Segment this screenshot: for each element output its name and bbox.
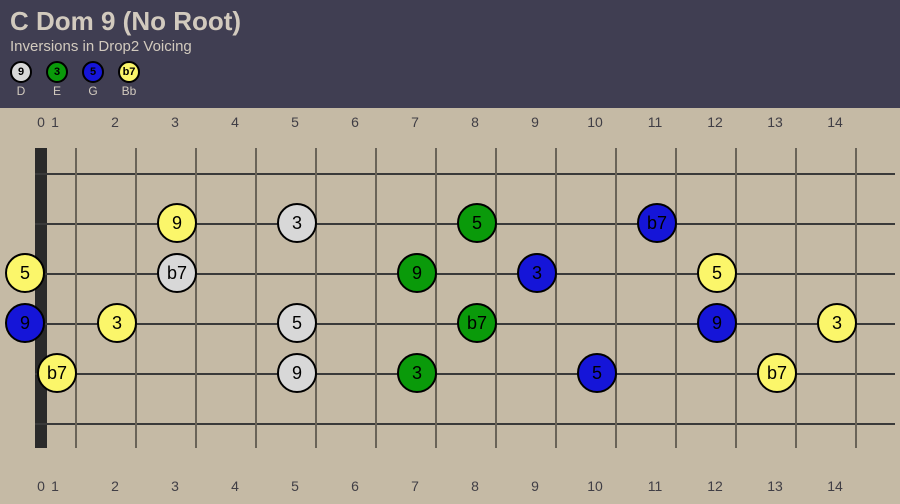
fret-line bbox=[675, 148, 677, 448]
header: C Dom 9 (No Root) Inversions in Drop2 Vo… bbox=[0, 0, 900, 108]
fret-line bbox=[435, 148, 437, 448]
string-line bbox=[35, 423, 895, 425]
fret-line bbox=[135, 148, 137, 448]
fret-number: 10 bbox=[587, 114, 603, 130]
fret-number: 3 bbox=[171, 114, 179, 130]
note-marker: 9 bbox=[697, 303, 737, 343]
legend-circle: 3 bbox=[46, 61, 68, 83]
fret-line bbox=[795, 148, 797, 448]
legend-item: 3E bbox=[46, 61, 68, 98]
note-marker: b7 bbox=[757, 353, 797, 393]
fret-number: 6 bbox=[351, 114, 359, 130]
fret-number: 14 bbox=[827, 478, 843, 494]
fret-number: 2 bbox=[111, 114, 119, 130]
note-marker: b7 bbox=[457, 303, 497, 343]
fret-number: 3 bbox=[171, 478, 179, 494]
note-marker: b7 bbox=[637, 203, 677, 243]
fret-number: 4 bbox=[231, 478, 239, 494]
fret-number: 5 bbox=[291, 478, 299, 494]
fret-number: 6 bbox=[351, 478, 359, 494]
note-marker: 9 bbox=[5, 303, 45, 343]
legend-note: E bbox=[53, 84, 61, 98]
legend-circle: 5 bbox=[82, 61, 104, 83]
note-marker: 9 bbox=[157, 203, 197, 243]
fret-number: 9 bbox=[531, 114, 539, 130]
fretboard-area: 01234567891011121314 59b739b7359935b735b… bbox=[0, 108, 900, 504]
fret-line bbox=[315, 148, 317, 448]
note-marker: 9 bbox=[397, 253, 437, 293]
fret-line bbox=[855, 148, 857, 448]
fret-numbers-bottom: 01234567891011121314 bbox=[0, 478, 900, 498]
legend-item: b7Bb bbox=[118, 61, 140, 98]
fret-line bbox=[555, 148, 557, 448]
nut bbox=[35, 148, 47, 448]
legend-note: Bb bbox=[122, 84, 137, 98]
chord-title: C Dom 9 (No Root) bbox=[10, 6, 890, 37]
fret-numbers-top: 01234567891011121314 bbox=[0, 114, 900, 134]
note-marker: 9 bbox=[277, 353, 317, 393]
legend-note: G bbox=[88, 84, 97, 98]
chord-subtitle: Inversions in Drop2 Voicing bbox=[10, 38, 890, 55]
fret-line bbox=[495, 148, 497, 448]
legend-item: 9D bbox=[10, 61, 32, 98]
note-marker: 3 bbox=[817, 303, 857, 343]
fret-number: 13 bbox=[767, 478, 783, 494]
fret-number: 10 bbox=[587, 478, 603, 494]
legend-circle: 9 bbox=[10, 61, 32, 83]
string-line bbox=[35, 173, 895, 175]
legend-circle: b7 bbox=[118, 61, 140, 83]
note-marker: 5 bbox=[277, 303, 317, 343]
note-marker: b7 bbox=[37, 353, 77, 393]
note-marker: 3 bbox=[277, 203, 317, 243]
fret-number: 12 bbox=[707, 114, 723, 130]
note-marker: b7 bbox=[157, 253, 197, 293]
fret-number: 0 bbox=[37, 114, 45, 130]
fret-line bbox=[735, 148, 737, 448]
fret-number: 13 bbox=[767, 114, 783, 130]
note-marker: 3 bbox=[97, 303, 137, 343]
fret-number: 0 bbox=[37, 478, 45, 494]
note-marker: 5 bbox=[697, 253, 737, 293]
fret-number: 14 bbox=[827, 114, 843, 130]
note-marker: 3 bbox=[517, 253, 557, 293]
fret-line bbox=[195, 148, 197, 448]
fret-number: 7 bbox=[411, 114, 419, 130]
note-marker: 3 bbox=[397, 353, 437, 393]
fret-number: 5 bbox=[291, 114, 299, 130]
fret-number: 12 bbox=[707, 478, 723, 494]
fret-number: 1 bbox=[51, 114, 59, 130]
fret-line bbox=[255, 148, 257, 448]
fret-number: 8 bbox=[471, 478, 479, 494]
fret-line bbox=[615, 148, 617, 448]
fret-number: 9 bbox=[531, 478, 539, 494]
fret-line bbox=[375, 148, 377, 448]
fret-number: 11 bbox=[648, 478, 663, 494]
fret-number: 7 bbox=[411, 478, 419, 494]
fret-number: 4 bbox=[231, 114, 239, 130]
fret-number: 2 bbox=[111, 478, 119, 494]
legend-note: D bbox=[17, 84, 26, 98]
fret-number: 8 bbox=[471, 114, 479, 130]
fret-number: 11 bbox=[648, 114, 663, 130]
fret-number: 1 bbox=[51, 478, 59, 494]
legend-item: 5G bbox=[82, 61, 104, 98]
legend: 9D3E5Gb7Bb bbox=[10, 61, 890, 98]
note-marker: 5 bbox=[577, 353, 617, 393]
note-marker: 5 bbox=[457, 203, 497, 243]
note-marker: 5 bbox=[5, 253, 45, 293]
fretboard: 59b739b7359935b735b759b73 bbox=[35, 148, 895, 448]
fret-line bbox=[75, 148, 77, 448]
